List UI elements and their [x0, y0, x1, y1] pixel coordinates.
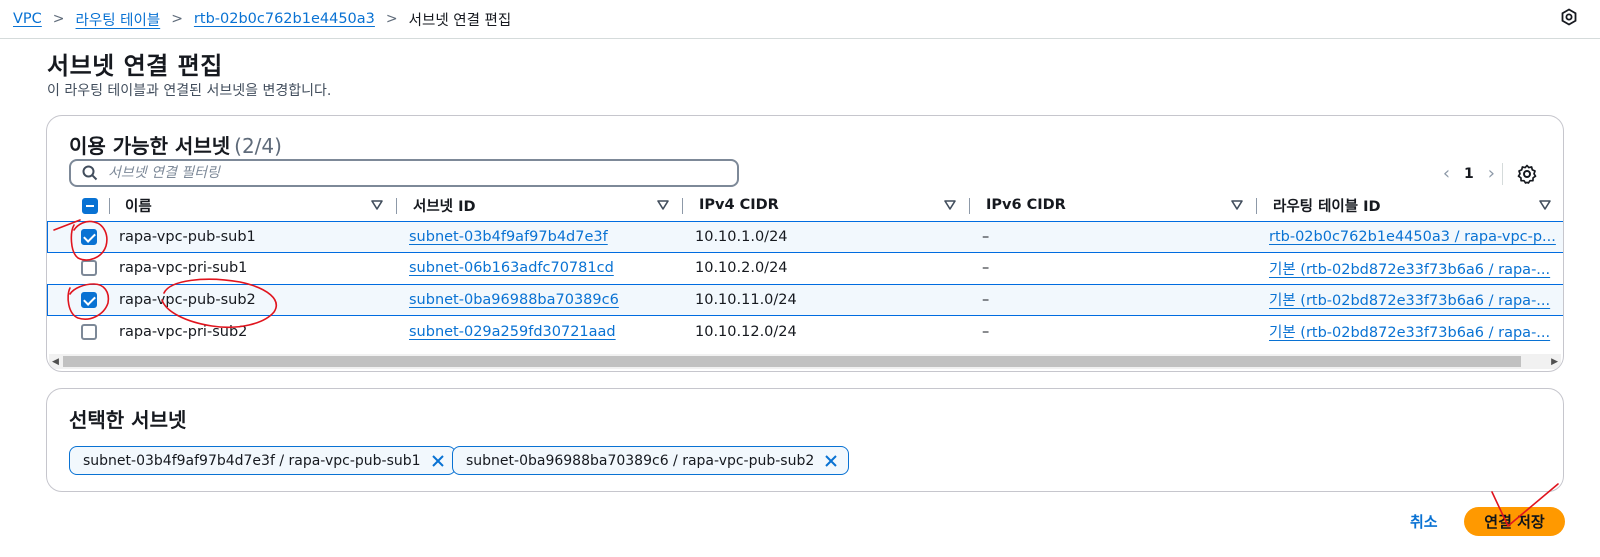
column-header-label: 라우팅 테이블 ID	[1273, 198, 1381, 215]
name-cell: rapa-vpc-pub-sub1	[47, 221, 397, 253]
subnet-id-link[interactable]: subnet-0ba96988ba70389c6	[409, 292, 619, 308]
route-table-link[interactable]: 기본 (rtb-02bd872e33f73b6a6 / rapa-...	[1269, 293, 1550, 309]
divider	[109, 198, 110, 214]
sort-icon[interactable]	[944, 199, 956, 211]
chevron-left-icon[interactable]: ‹	[1443, 163, 1450, 184]
ipv4-cell: 10.10.1.0/24	[695, 228, 788, 245]
table-header-row: 이름 서브넷 ID IPv4 CIDR IPv6 CIDR 라우팅 테이블 ID	[47, 190, 1563, 221]
column-subnet-id[interactable]: 서브넷 ID	[397, 190, 683, 221]
subnet-id-link[interactable]: subnet-029a259fd30721aad	[409, 324, 616, 340]
ipv4-cell: 10.10.11.0/24	[695, 291, 797, 308]
token-label: subnet-03b4f9af97b4d7e3f / rapa-vpc-pub-…	[83, 452, 421, 469]
subnet-name: rapa-vpc-pub-sub1	[119, 228, 256, 245]
page-title: 서브넷 연결 편집	[47, 52, 223, 80]
row-checkbox[interactable]	[81, 291, 97, 308]
breadcrumb: VPC > 라우팅 테이블 > rtb-02b0c762b1e4450a3 > …	[0, 0, 1600, 39]
table-row[interactable]: rapa-vpc-pub-sub2 subnet-0ba96988ba70389…	[47, 284, 1563, 316]
ipv4-cell: 10.10.2.0/24	[695, 260, 788, 277]
breadcrumb-route-tables[interactable]: 라우팅 테이블	[76, 9, 161, 30]
sort-icon[interactable]	[1539, 199, 1551, 211]
scroll-right-icon[interactable]: ▶	[1551, 357, 1558, 367]
route-table-link[interactable]: 기본 (rtb-02bd872e33f73b6a6 / rapa-...	[1269, 262, 1550, 278]
ipv6-cell: –	[982, 260, 990, 277]
row-checkbox[interactable]	[81, 260, 97, 277]
route-table-link[interactable]: 기본 (rtb-02bd872e33f73b6a6 / rapa-...	[1269, 325, 1550, 341]
column-route-table-id[interactable]: 라우팅 테이블 ID	[1257, 190, 1563, 221]
ipv6-cell: –	[982, 291, 990, 308]
table-row[interactable]: rapa-vpc-pri-sub2 subnet-029a259fd30721a…	[47, 315, 1563, 348]
ipv6-cell: –	[982, 323, 990, 340]
column-ipv6-cidr[interactable]: IPv6 CIDR	[970, 190, 1257, 221]
pagination: ‹ 1 ›	[1443, 163, 1495, 184]
scroll-left-icon[interactable]: ◀	[52, 357, 59, 367]
chevron-right-icon: >	[171, 11, 183, 27]
column-header-label: 이름	[125, 198, 152, 215]
subnet-id-link[interactable]: subnet-06b163adfc70781cd	[409, 260, 614, 276]
ipv4-cell: 10.10.12.0/24	[695, 323, 797, 340]
cancel-button[interactable]: 취소	[1410, 511, 1438, 532]
table-row[interactable]: rapa-vpc-pri-sub1 subnet-06b163adfc70781…	[47, 252, 1563, 285]
select-all-checkbox[interactable]	[82, 198, 98, 214]
subnet-id-cell: subnet-0ba96988ba70389c6	[397, 284, 683, 316]
chevron-right-icon: >	[385, 11, 398, 27]
chevron-right-icon[interactable]: ›	[1488, 163, 1495, 184]
column-header-label: IPv4 CIDR	[699, 197, 779, 214]
route-table-cell: 기본 (rtb-02bd872e33f73b6a6 / rapa-...	[1257, 284, 1563, 316]
selected-subnets-heading: 선택한 서브넷	[69, 408, 187, 432]
route-table-cell: 기본 (rtb-02bd872e33f73b6a6 / rapa-...	[1257, 316, 1563, 348]
route-table-link[interactable]: rtb-02b0c762b1e4450a3 / rapa-vpc-p...	[1269, 229, 1556, 245]
chevron-right-icon: >	[52, 11, 65, 27]
column-header-label: IPv6 CIDR	[986, 197, 1066, 214]
table-row[interactable]: rapa-vpc-pub-sub1 subnet-03b4f9af97b4d7e…	[47, 221, 1563, 253]
available-subnets-title: 이용 가능한 서브넷	[69, 134, 231, 158]
subnet-name: rapa-vpc-pri-sub2	[119, 323, 248, 340]
page-number[interactable]: 1	[1464, 166, 1474, 182]
subnet-id-link[interactable]: subnet-03b4f9af97b4d7e3f	[409, 229, 608, 245]
breadcrumb-current: 서브넷 연결 편집	[408, 12, 512, 29]
breadcrumb-vpc[interactable]: VPC	[13, 11, 42, 27]
selected-subnets-panel: 선택한 서브넷 subnet-03b4f9af97b4d7e3f / rapa-…	[46, 388, 1564, 492]
available-subnets-heading: 이용 가능한 서브넷 (2/4)	[69, 130, 282, 159]
settings-gear-icon[interactable]	[1517, 164, 1537, 184]
horizontal-scrollbar[interactable]: ◀ ▶	[49, 354, 1561, 369]
selected-subnet-token: subnet-03b4f9af97b4d7e3f / rapa-vpc-pub-…	[69, 446, 456, 475]
selection-count: (2/4)	[234, 134, 282, 158]
route-table-cell: 기본 (rtb-02bd872e33f73b6a6 / rapa-...	[1257, 253, 1563, 285]
divider	[1502, 163, 1503, 185]
breadcrumb-route-table-id[interactable]: rtb-02b0c762b1e4450a3	[194, 11, 375, 27]
scrollbar-thumb[interactable]	[63, 356, 1521, 367]
column-header-label: 서브넷 ID	[413, 198, 476, 215]
subnet-filter[interactable]	[69, 159, 739, 187]
sort-icon[interactable]	[371, 199, 383, 211]
column-name[interactable]: 이름	[47, 190, 397, 221]
name-cell: rapa-vpc-pub-sub2	[47, 284, 397, 316]
name-cell: rapa-vpc-pri-sub2	[47, 316, 397, 348]
sort-icon[interactable]	[657, 199, 669, 211]
subnet-id-cell: subnet-03b4f9af97b4d7e3f	[397, 221, 683, 253]
column-ipv4-cidr[interactable]: IPv4 CIDR	[683, 190, 970, 221]
name-cell: rapa-vpc-pri-sub1	[47, 253, 397, 285]
feedback-icon[interactable]	[1560, 8, 1578, 26]
available-subnets-panel: 이용 가능한 서브넷(2/4) ‹ 1 › 이름	[46, 115, 1564, 372]
search-icon	[82, 165, 98, 181]
close-icon[interactable]	[824, 454, 838, 468]
subnet-id-cell: subnet-06b163adfc70781cd	[397, 253, 683, 285]
close-icon[interactable]	[431, 454, 445, 468]
save-associations-button[interactable]: 연결 저장	[1464, 507, 1565, 536]
row-checkbox[interactable]	[81, 323, 97, 340]
route-table-cell: rtb-02b0c762b1e4450a3 / rapa-vpc-p...	[1257, 221, 1563, 253]
sort-icon[interactable]	[1231, 199, 1243, 211]
token-label: subnet-0ba96988ba70389c6 / rapa-vpc-pub-…	[466, 452, 815, 469]
subnet-id-cell: subnet-029a259fd30721aad	[397, 316, 683, 348]
subnet-table: 이름 서브넷 ID IPv4 CIDR IPv6 CIDR 라우팅 테이블 ID…	[47, 190, 1563, 348]
ipv6-cell: –	[982, 228, 990, 245]
page-description: 이 라우팅 테이블과 연결된 서브넷을 변경합니다.	[47, 83, 332, 99]
subnet-name: rapa-vpc-pub-sub2	[119, 291, 256, 308]
subnet-name: rapa-vpc-pri-sub1	[119, 260, 248, 277]
selected-subnet-token: subnet-0ba96988ba70389c6 / rapa-vpc-pub-…	[452, 446, 850, 475]
row-checkbox[interactable]	[81, 228, 97, 245]
subnet-filter-input[interactable]	[108, 165, 708, 181]
